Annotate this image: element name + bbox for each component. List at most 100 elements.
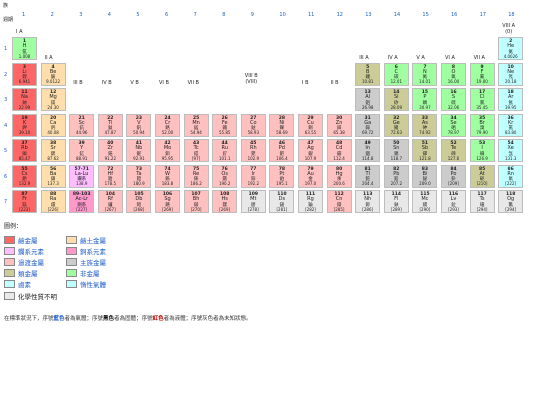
corner-period-label: 週期 [3,17,14,23]
group-number: 3 [79,12,83,18]
corner-group-label: 族 [3,3,9,9]
footer-mid1: 者為氣體；序號 [64,316,104,322]
element-cell: 109 Mt 䥑 [278] [240,190,266,213]
element-cell: 40 Zr 鋯 91.22 [97,139,123,162]
group-number: 10 [279,12,286,18]
atomic-mass: [286] [362,206,374,212]
element-cell: 80 Hg 汞 200.6 [326,164,352,188]
atomic-mass: 183.8 [161,181,174,186]
period-number: 6 [4,173,8,180]
period-number: 2 [4,71,8,78]
legend-swatch [4,280,15,288]
element-cell: 6 C 碳 12.01 [383,62,409,86]
atomic-mass: [269] [219,206,231,212]
legend-swatch [4,269,15,277]
atomic-mass: [289] [390,206,402,212]
atomic-mass: [210] [476,181,488,186]
element-cell: 4 Be 鈹 9.0122 [40,62,66,86]
element-cell: 117 Ts 鿬 [294] [469,190,495,213]
element-cell: 8 O 氧 16.00 [441,62,466,86]
legend-item: 主族金屬 [66,258,106,267]
atomic-mass: 72.63 [390,130,403,135]
atomic-mass: 102.9 [247,155,260,161]
atomic-mass: 85.47 [18,155,31,161]
element-cell: 108 Hs 𨭆 [269] [212,190,238,213]
element-cell: 27 Co 鈷 58.93 [240,113,266,137]
element-cell: 111 Rg 錀 [282] [298,190,323,213]
atomic-mass: 74.92 [419,130,431,135]
group-number: 11 [308,12,315,18]
element-cell: 3 Li 鋰 6.941 [12,62,37,86]
atomic-mass: [278] [247,206,259,212]
footer-note: 在標準狀況下，序號藍色者為氣體；序號黑色者為固體；序號紅色者為液體；序號灰色者為… [4,314,252,322]
atomic-mass: 209.0 [419,181,431,186]
atomic-mass: 14.01 [419,79,431,84]
element-cell: 79 Au 金 197.0 [298,164,323,188]
atomic-mass: 32.06 [447,104,460,110]
element-cell: 25 Mn 錳 54.94 [183,113,209,137]
group-header: VI B [159,80,169,86]
element-cell: 118 Og 鿫 [294] [498,190,524,213]
element-cell: 1 H 氫 1.008 [12,37,37,60]
atomic-mass: 87.62 [47,155,59,161]
group-number: 9 [250,12,254,18]
element-cell: 82 Pb 鉛 207.2 [383,164,409,188]
element-cell: 104 Rf 鑪 [267] [97,190,123,213]
element-cell: 7 N 氮 14.01 [412,62,438,86]
element-cell: 33 As 砷 74.92 [412,113,438,137]
element-cell: 11 Na 鈉 22.99 [12,88,37,111]
element-cell: 85 At 砈 [210] [469,164,495,188]
element-cell: 76 Os 鋨 190.2 [212,164,238,188]
atomic-mass: [268] [133,206,145,212]
element-cell: 77 Ir 銥 192.2 [240,164,266,188]
legend-label: 類金屬 [18,270,38,278]
group-number: 14 [393,12,401,18]
element-cell: 23 V 釩 50.94 [126,113,152,137]
element-cell: 53 I 碘 126.9 [469,139,495,162]
atomic-mass: 9.0122 [46,79,61,84]
legend-label: 鑭系元素 [18,248,44,256]
atomic-mass: 54.94 [190,130,202,135]
atomic-mass: [294] [476,206,488,212]
legend-swatch [66,258,77,266]
element-cell: 87 Fr 鍅 [223] [12,190,37,213]
element-cell: 114 Fl 鈇 [289] [383,190,409,213]
group-header: I A [16,29,23,35]
atomic-mass: 127.6 [447,155,460,161]
period-number: 4 [4,122,8,129]
element-cell: 51 Sb 銻 121.8 [412,139,438,162]
legend-item: 鹵素 [4,280,31,289]
atomic-mass: [290] [419,206,431,212]
element-cell: 44 Ru 釕 101.1 [212,139,238,162]
legend-label: 化學性質不明 [18,293,57,301]
atomic-mass: [294] [505,206,517,212]
atomic-mass: 6.941 [18,79,31,84]
legend-item: 過渡金屬 [4,258,44,267]
group-number: 2 [50,12,54,18]
group-header: V B [130,80,139,86]
group-header: II A [44,54,53,61]
legend-label: 鹵素 [18,281,31,289]
element-cell: 88 Ra 鐳 [226] [40,190,66,213]
group-number: 13 [365,12,372,18]
group-header: IV B [101,80,112,86]
legend-swatch [66,236,77,244]
element-cell: 26 Fe 鐵 55.85 [212,113,238,137]
element-cell: 113 Nh 鉨 [286] [355,190,381,213]
element-cell: 52 Te 碲 127.6 [441,139,466,162]
atomic-mass: 107.9 [304,155,317,161]
element-cell: 34 Se 硒 78.97 [441,113,466,137]
group-header: IV A [387,54,398,61]
atomic-mass: 118.7 [390,155,403,161]
atomic-mass: 186.2 [190,181,202,186]
atomic-mass: 192.2 [247,181,260,186]
element-cell: 110 Ds 鐽 [281] [269,190,295,213]
legend-item: 鹼金屬 [4,236,38,245]
group-header: III A [359,54,369,61]
atomic-mass: 138.9 [75,181,88,186]
element-cell: 81 Tl 鉈 204.4 [355,164,381,188]
legend-label: 惰性氣體 [80,281,106,289]
atomic-mass: 63.55 [304,130,317,135]
element-cell: 10 Ne 氖 20.18 [498,62,524,86]
element-cell: 5 B 硼 10.81 [355,62,381,86]
